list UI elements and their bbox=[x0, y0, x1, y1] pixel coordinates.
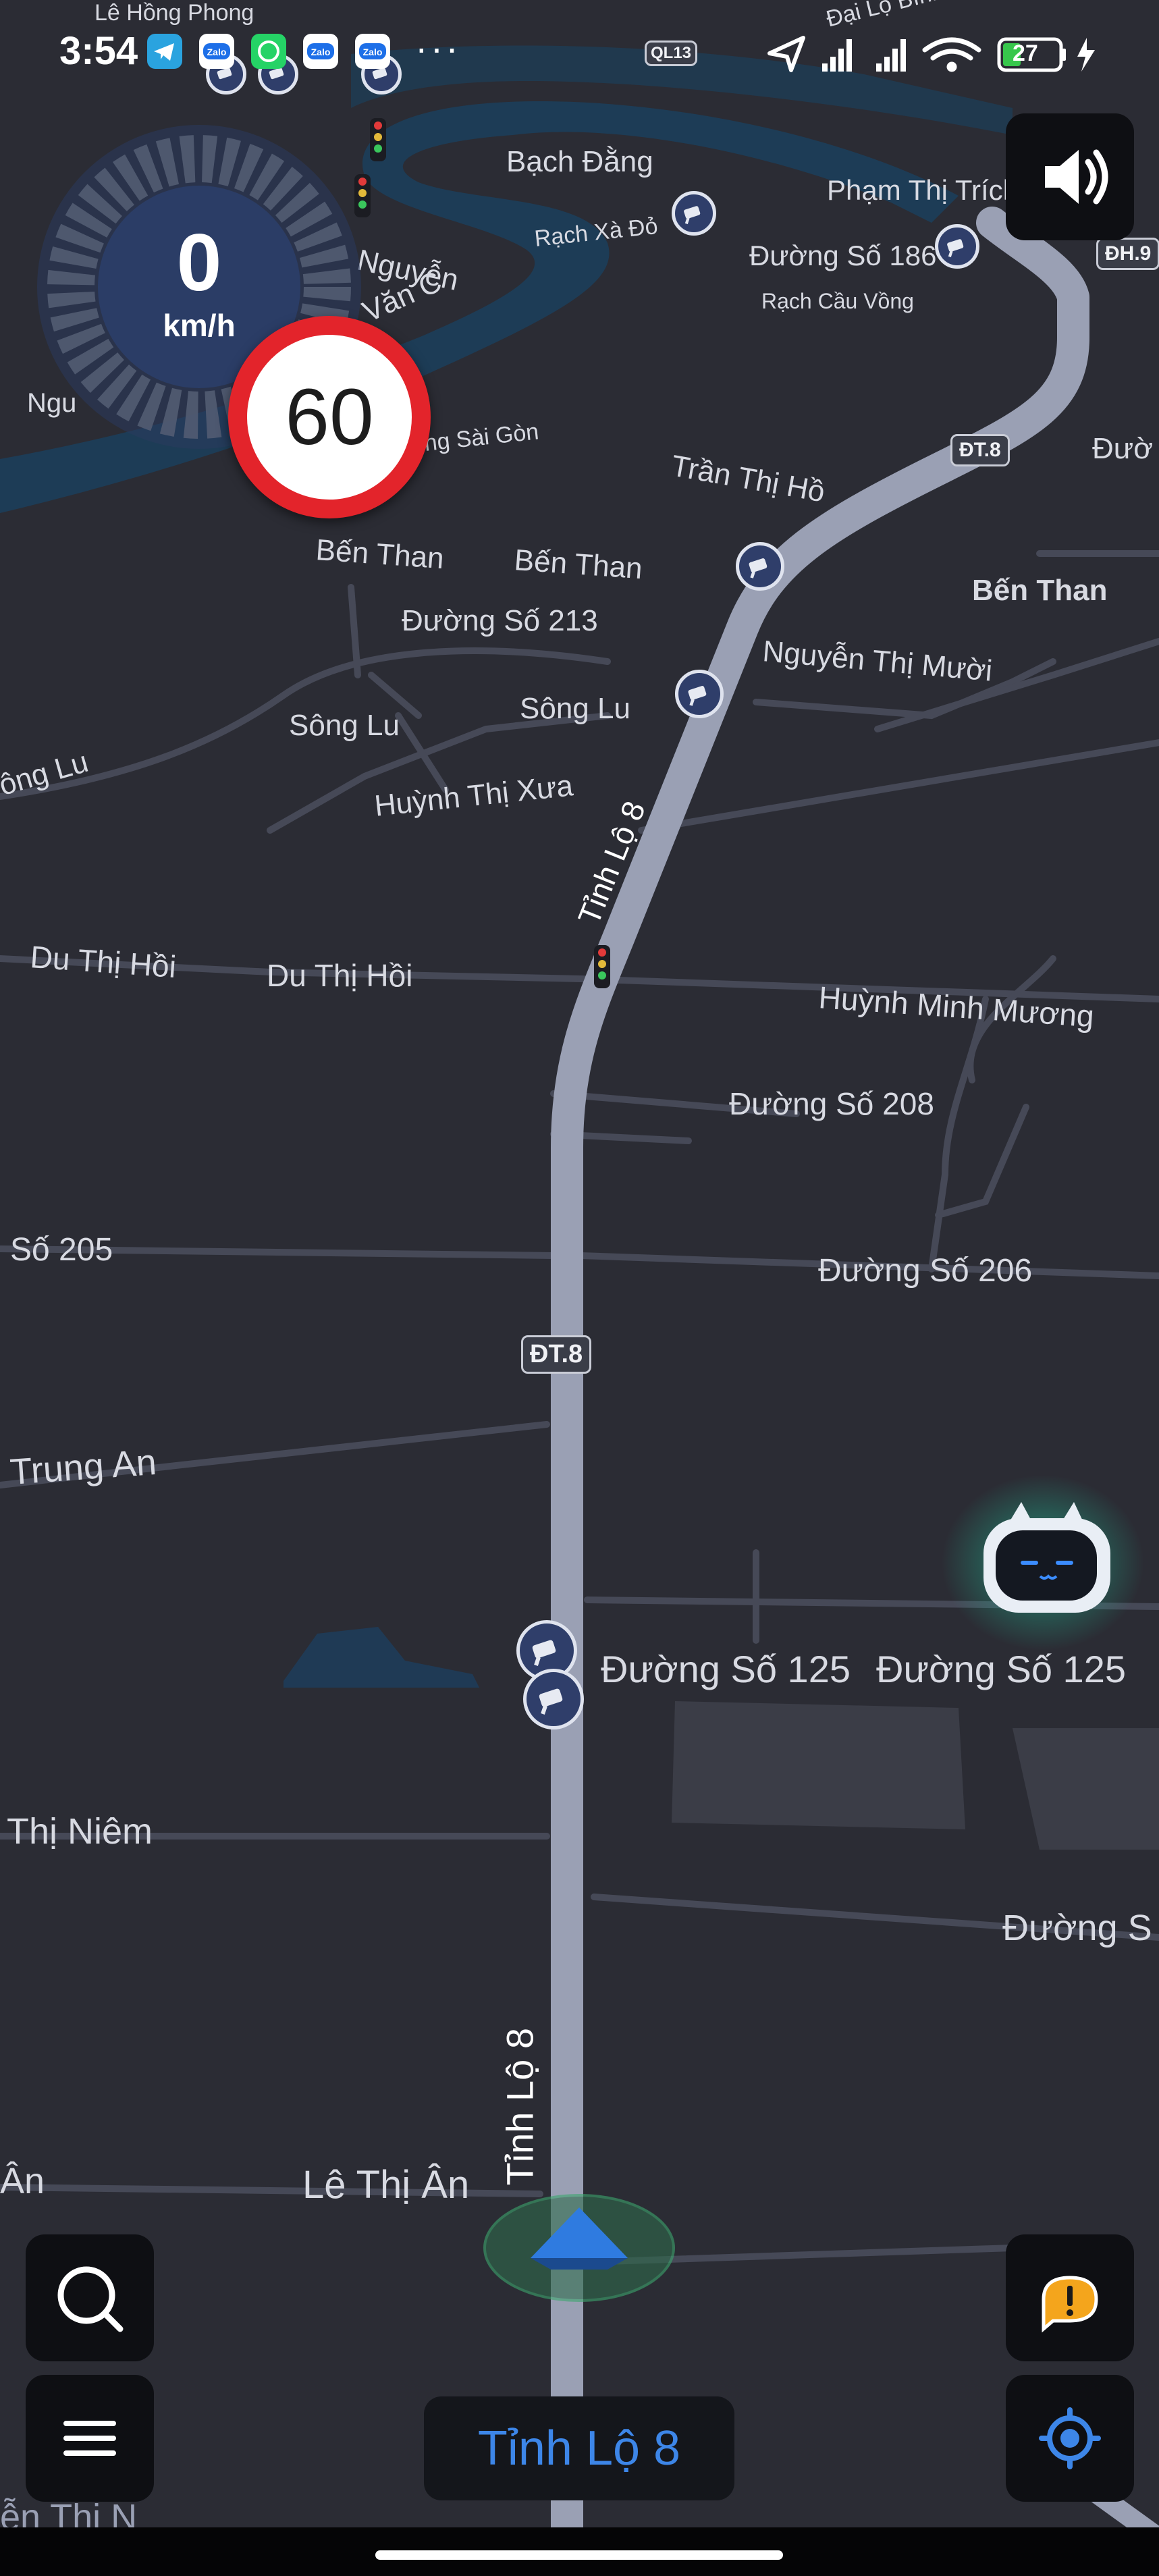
map-label: Bến Than bbox=[972, 574, 1108, 607]
current-street-pill[interactable]: Tỉnh Lộ 8 bbox=[424, 2396, 734, 2500]
speed-limit-sign: 60 bbox=[228, 316, 431, 518]
telegram-icon bbox=[147, 34, 182, 69]
map-label: Đường Số 125 bbox=[876, 1648, 1126, 1690]
location-arrow-icon bbox=[767, 36, 805, 72]
speed-camera-icon[interactable] bbox=[672, 191, 716, 236]
status-more-icon: ··· bbox=[415, 26, 461, 69]
signal-icon bbox=[822, 39, 852, 72]
map-label: Số 205 bbox=[10, 1232, 113, 1268]
svg-text:Zalo: Zalo bbox=[207, 47, 227, 57]
speed-camera-icon[interactable] bbox=[736, 542, 784, 591]
svg-text:Zalo: Zalo bbox=[311, 47, 331, 57]
map-label: Thị Niêm bbox=[7, 1811, 153, 1852]
map-label: Đường Số 208 bbox=[729, 1086, 934, 1121]
report-icon bbox=[1042, 2276, 1098, 2333]
map-label: Sông Lu bbox=[289, 709, 400, 742]
speed-camera-icon[interactable] bbox=[935, 224, 979, 269]
status-time: 3:54 bbox=[59, 29, 138, 73]
locate-icon bbox=[1039, 2407, 1101, 2469]
map-label: Sông Lu bbox=[520, 692, 630, 725]
assistant-mascot-icon[interactable] bbox=[942, 1475, 1144, 1651]
map-label-tinh-lo-8: Tỉnh Lộ 8 bbox=[498, 2028, 541, 2186]
report-button[interactable] bbox=[1006, 2234, 1134, 2361]
zalo-icon: Zalo bbox=[303, 34, 338, 69]
map-label: Đườ bbox=[1092, 432, 1154, 465]
menu-button[interactable] bbox=[26, 2375, 154, 2502]
search-button[interactable] bbox=[26, 2234, 154, 2361]
traffic-light-icon bbox=[594, 945, 610, 988]
traffic-light-icon bbox=[370, 118, 386, 161]
current-street-name: Tỉnh Lộ 8 bbox=[477, 2421, 681, 2475]
speed-camera-icon[interactable] bbox=[523, 1669, 584, 1729]
map-label: Bạch Đằng bbox=[506, 145, 653, 178]
road-shield: QL13 bbox=[645, 41, 698, 66]
map-label: Phạm Thị Trích bbox=[827, 174, 1019, 206]
charging-icon bbox=[1077, 38, 1095, 72]
zalo-icon: Zalo bbox=[355, 34, 390, 69]
road-shield: ĐT.8 bbox=[521, 1335, 592, 1374]
battery-level: 27 bbox=[1013, 41, 1038, 66]
map-label: Đường Số 125 bbox=[601, 1648, 851, 1690]
map-label: Đường S bbox=[1002, 1908, 1152, 1948]
zalo-icon: Zalo bbox=[199, 34, 234, 69]
road-shield: ĐT.8 bbox=[950, 434, 1010, 466]
map-label: Rạch Cầu Vồng bbox=[761, 289, 914, 313]
locate-me-button[interactable] bbox=[1006, 2375, 1134, 2502]
map-label: Đường Số 206 bbox=[818, 1253, 1033, 1289]
map-label: Lê Thị Ân bbox=[302, 2163, 470, 2207]
system-status-icons bbox=[767, 36, 1095, 72]
wifi-icon bbox=[922, 37, 981, 72]
current-speed: 0 bbox=[176, 217, 222, 308]
map-label: Đường Số 213 bbox=[402, 604, 598, 637]
signal-icon bbox=[876, 39, 906, 72]
speed-camera-icon[interactable] bbox=[675, 670, 724, 718]
search-icon bbox=[57, 2266, 124, 2332]
speaker-icon bbox=[1045, 149, 1108, 205]
speed-limit-value: 60 bbox=[285, 373, 374, 462]
road-shield: ĐH.9 bbox=[1096, 238, 1159, 270]
svg-text:Zalo: Zalo bbox=[363, 47, 383, 57]
status-bar: 3:54 Zalo Zalo Zalo ··· QL13 27 bbox=[0, 0, 1159, 108]
menu-icon bbox=[63, 2421, 116, 2456]
home-indicator[interactable] bbox=[375, 2550, 783, 2560]
map-label: Du Thị Hồi bbox=[267, 958, 413, 993]
map-label: Đường Số 186 bbox=[749, 240, 937, 271]
sound-button[interactable] bbox=[1006, 113, 1134, 240]
map-label: Ân bbox=[0, 2161, 45, 2201]
whatsapp-icon bbox=[251, 34, 286, 69]
